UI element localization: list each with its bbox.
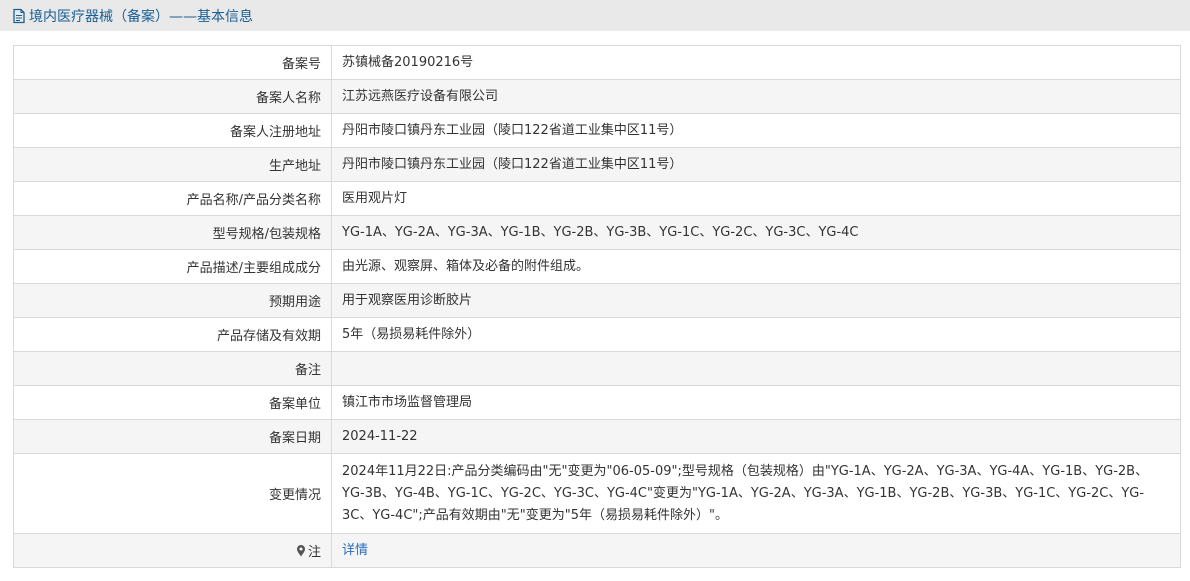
- table-row: 备案日期 2024-11-22: [13, 419, 1181, 454]
- table-row: 注 详情: [13, 533, 1181, 568]
- field-value: YG-1A、YG-2A、YG-3A、YG-1B、YG-2B、YG-3B、YG-1…: [331, 215, 1181, 250]
- basic-info-table: 备案号 苏镇械备20190216号 备案人名称 江苏远燕医疗设备有限公司 备案人…: [13, 45, 1181, 568]
- field-label: 产品描述/主要组成成分: [13, 249, 332, 284]
- field-value: 5年（易损易耗件除外）: [331, 317, 1181, 352]
- field-label: 备案人名称: [13, 79, 332, 114]
- field-label: 生产地址: [13, 147, 332, 182]
- field-value: [331, 351, 1181, 386]
- title-bar: 境内医疗器械（备案）——基本信息: [0, 0, 1190, 31]
- field-value: 医用观片灯: [331, 181, 1181, 216]
- field-label: 产品名称/产品分类名称: [13, 181, 332, 216]
- table-row: 备案单位 镇江市市场监督管理局: [13, 385, 1181, 420]
- note-label-cell: 注: [13, 533, 332, 568]
- note-label: 注: [296, 541, 321, 560]
- table-row: 备案人注册地址 丹阳市陵口镇丹东工业园（陵口122省道工业集中区11号）: [13, 113, 1181, 148]
- field-value: 苏镇械备20190216号: [331, 45, 1181, 80]
- page-title: 境内医疗器械（备案）——基本信息: [29, 8, 253, 25]
- change-history-value: 2024年11月22日:产品分类编码由"无"变更为"06-05-09";型号规格…: [331, 453, 1181, 534]
- field-value: 由光源、观察屏、箱体及必备的附件组成。: [331, 249, 1181, 284]
- field-label: 备注: [13, 351, 332, 386]
- field-label: 型号规格/包装规格: [13, 215, 332, 250]
- field-value: 丹阳市陵口镇丹东工业园（陵口122省道工业集中区11号）: [331, 147, 1181, 182]
- field-label: 预期用途: [13, 283, 332, 318]
- table-row: 备注: [13, 351, 1181, 386]
- field-label: 备案单位: [13, 385, 332, 420]
- table-row: 预期用途 用于观察医用诊断胶片: [13, 283, 1181, 318]
- document-icon: [12, 8, 26, 24]
- field-value: 镇江市市场监督管理局: [331, 385, 1181, 420]
- field-label: 备案号: [13, 45, 332, 80]
- table-row: 变更情况 2024年11月22日:产品分类编码由"无"变更为"06-05-09"…: [13, 453, 1181, 534]
- table-row: 备案号 苏镇械备20190216号: [13, 45, 1181, 80]
- note-label-text: 注: [307, 544, 321, 560]
- field-label: 备案日期: [13, 419, 332, 454]
- field-value: 丹阳市陵口镇丹东工业园（陵口122省道工业集中区11号）: [331, 113, 1181, 148]
- table-row: 生产地址 丹阳市陵口镇丹东工业园（陵口122省道工业集中区11号）: [13, 147, 1181, 182]
- table-row: 产品存储及有效期 5年（易损易耗件除外）: [13, 317, 1181, 352]
- table-row: 产品描述/主要组成成分 由光源、观察屏、箱体及必备的附件组成。: [13, 249, 1181, 284]
- note-value: 详情: [331, 533, 1181, 568]
- field-value: 2024-11-22: [331, 419, 1181, 454]
- table-row: 型号规格/包装规格 YG-1A、YG-2A、YG-3A、YG-1B、YG-2B、…: [13, 215, 1181, 250]
- field-value: 江苏远燕医疗设备有限公司: [331, 79, 1181, 114]
- field-label: 变更情况: [13, 453, 332, 534]
- field-label: 产品存储及有效期: [13, 317, 332, 352]
- field-label: 备案人注册地址: [13, 113, 332, 148]
- table-row: 产品名称/产品分类名称 医用观片灯: [13, 181, 1181, 216]
- pin-icon: [296, 544, 306, 557]
- details-link[interactable]: 详情: [342, 543, 368, 558]
- table-row: 备案人名称 江苏远燕医疗设备有限公司: [13, 79, 1181, 114]
- field-value: 用于观察医用诊断胶片: [331, 283, 1181, 318]
